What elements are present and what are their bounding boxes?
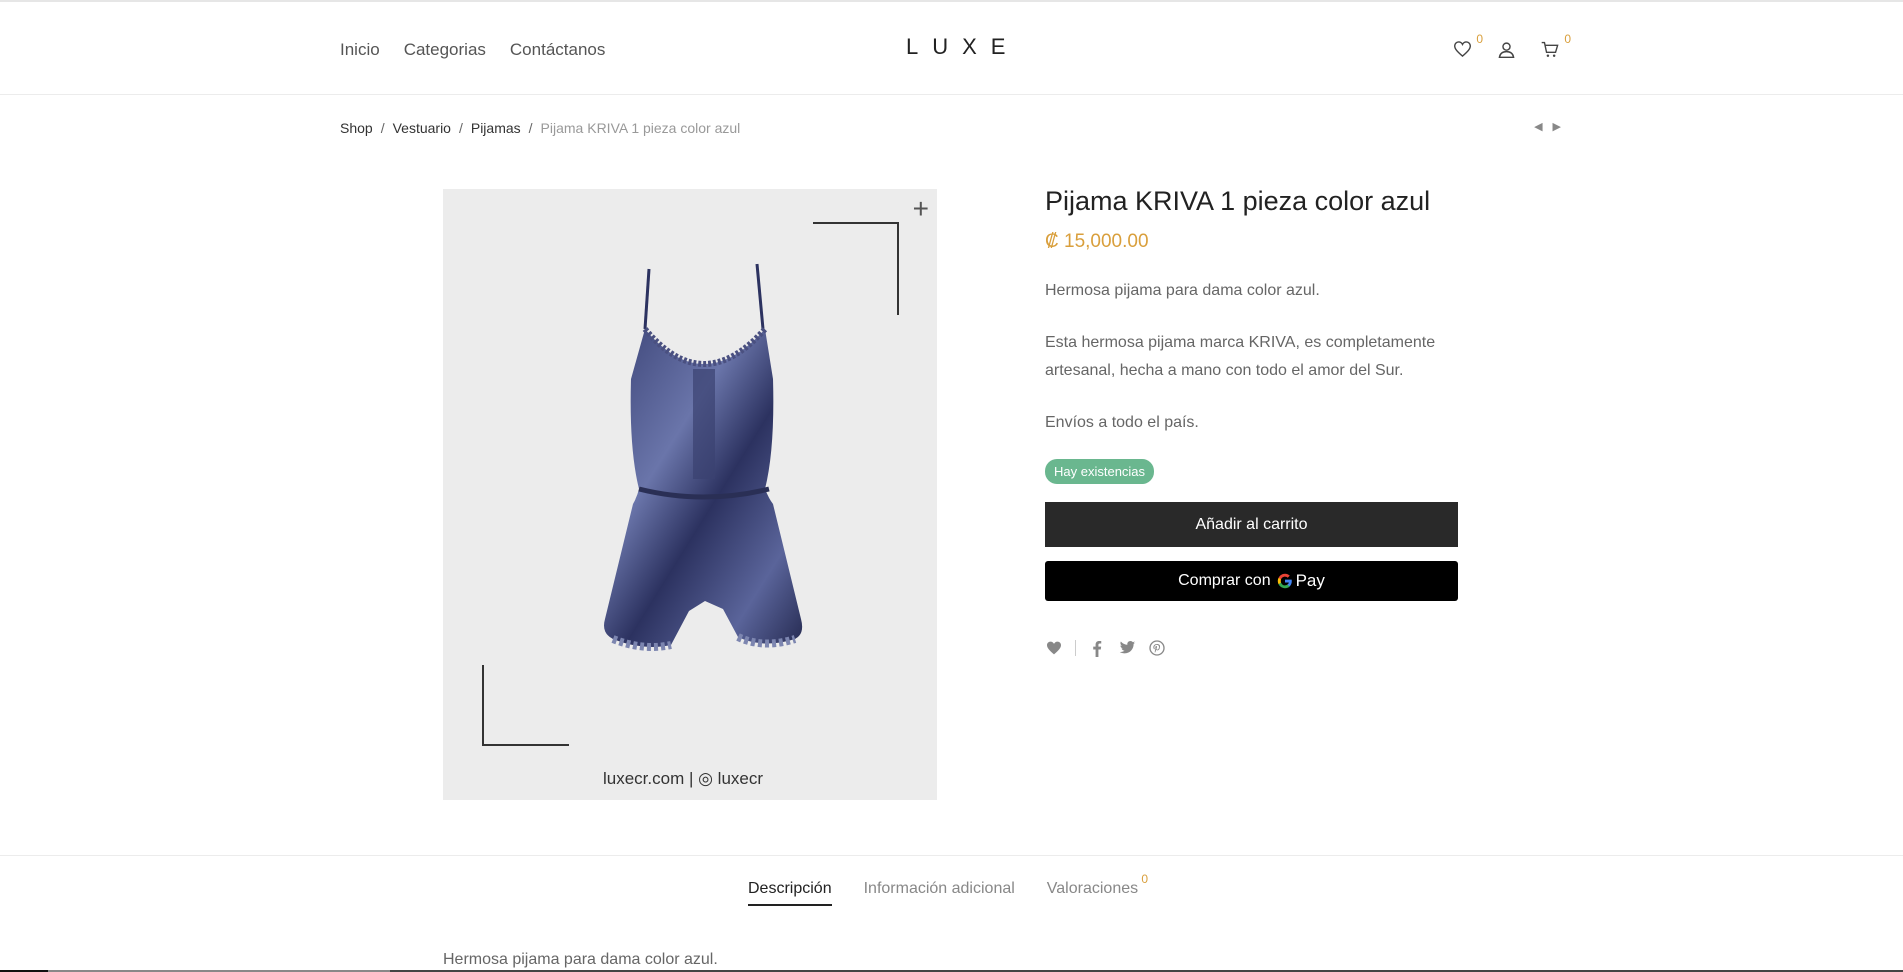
user-icon (1498, 41, 1514, 58)
breadcrumb-separator: / (528, 120, 533, 136)
breadcrumb-separator: / (458, 120, 463, 136)
header-icons: 0 0 (1451, 32, 1571, 60)
nav-item-inicio[interactable]: Inicio (340, 40, 380, 60)
product-tabs: Descripción Información adicional Valora… (748, 872, 1148, 906)
breadcrumb-shop[interactable]: Shop (340, 120, 373, 136)
add-to-cart-button[interactable]: Añadir al carrito (1045, 502, 1458, 547)
gpay-brand: Pay (1295, 571, 1325, 590)
product-navigation: ◀ ▶ (1534, 120, 1561, 133)
product-image[interactable]: + luxecr.com | ◎ luxecr (443, 189, 937, 800)
tab-descripcion[interactable]: Descripción (748, 880, 832, 906)
heart-icon (1453, 41, 1471, 57)
stock-status-badge: Hay existencias (1045, 459, 1155, 484)
description-paragraph: Envíos a todo el país. (1045, 414, 1199, 431)
cart-button[interactable]: 0 (1539, 32, 1571, 60)
share-divider (1075, 640, 1076, 656)
facebook-icon[interactable] (1088, 639, 1106, 657)
gpay-label: Comprar con (1178, 572, 1271, 589)
image-watermark: luxecr.com | ◎ luxecr (603, 769, 764, 788)
tab-valoraciones[interactable]: Valoraciones 0 (1046, 872, 1148, 906)
breadcrumb: Shop / Vestuario / Pijamas / Pijama KRIV… (340, 120, 740, 136)
pinterest-icon[interactable] (1148, 639, 1166, 657)
product-details: Pijama KRIVA 1 pieza color azul ₡ 15,000… (1045, 186, 1465, 657)
main-nav: Inicio Categorias Contáctanos (340, 40, 605, 60)
prev-product-icon[interactable]: ◀ (1534, 120, 1542, 133)
google-g-icon (1277, 573, 1292, 589)
wishlist-count-badge: 0 (1476, 32, 1483, 46)
google-pay-logo: Pay (1277, 571, 1325, 591)
nav-item-contactanos[interactable]: Contáctanos (510, 40, 605, 60)
share-bar (1045, 639, 1465, 657)
cart-icon (1541, 41, 1559, 57)
description-paragraph: Hermosa pijama para dama color azul. (1045, 282, 1320, 299)
tab-valoraciones-label: Valoraciones (1046, 880, 1139, 897)
zoom-plus-icon[interactable]: + (913, 193, 929, 225)
reviews-count-badge: 0 (1141, 872, 1149, 886)
breadcrumb-current: Pijama KRIVA 1 pieza color azul (540, 120, 741, 136)
product-short-description: Hermosa pijama para dama color azul. Est… (1045, 277, 1465, 437)
next-product-icon[interactable]: ▶ (1553, 120, 1561, 133)
product-price: ₡ 15,000.00 (1045, 231, 1149, 252)
site-header: Inicio Categorias Contáctanos LUXE 0 0 (0, 2, 1903, 95)
wishlist-button[interactable]: 0 (1451, 32, 1483, 60)
pajama-romper-image (604, 263, 803, 651)
breadcrumb-vestuario[interactable]: Vestuario (393, 120, 451, 136)
tab-description-content: Hermosa pijama para dama color azul. (443, 951, 718, 968)
description-paragraph: Esta hermosa pijama marca KRIVA, es comp… (1045, 334, 1436, 379)
twitter-icon[interactable] (1118, 639, 1136, 657)
add-to-wishlist-heart-icon[interactable] (1045, 639, 1063, 657)
cart-count-badge: 0 (1564, 32, 1571, 46)
product-title: Pijama KRIVA 1 pieza color azul (1045, 186, 1431, 216)
nav-item-categorias[interactable]: Categorias (404, 40, 486, 60)
tab-informacion-adicional[interactable]: Información adicional (864, 880, 1015, 906)
breadcrumb-separator: / (380, 120, 385, 136)
breadcrumb-pijamas[interactable]: Pijamas (471, 120, 521, 136)
account-button[interactable] (1495, 38, 1517, 60)
site-logo[interactable]: LUXE (906, 34, 1019, 60)
tabs-divider (0, 855, 1903, 856)
google-pay-button[interactable]: Comprar con Pay (1045, 561, 1458, 601)
